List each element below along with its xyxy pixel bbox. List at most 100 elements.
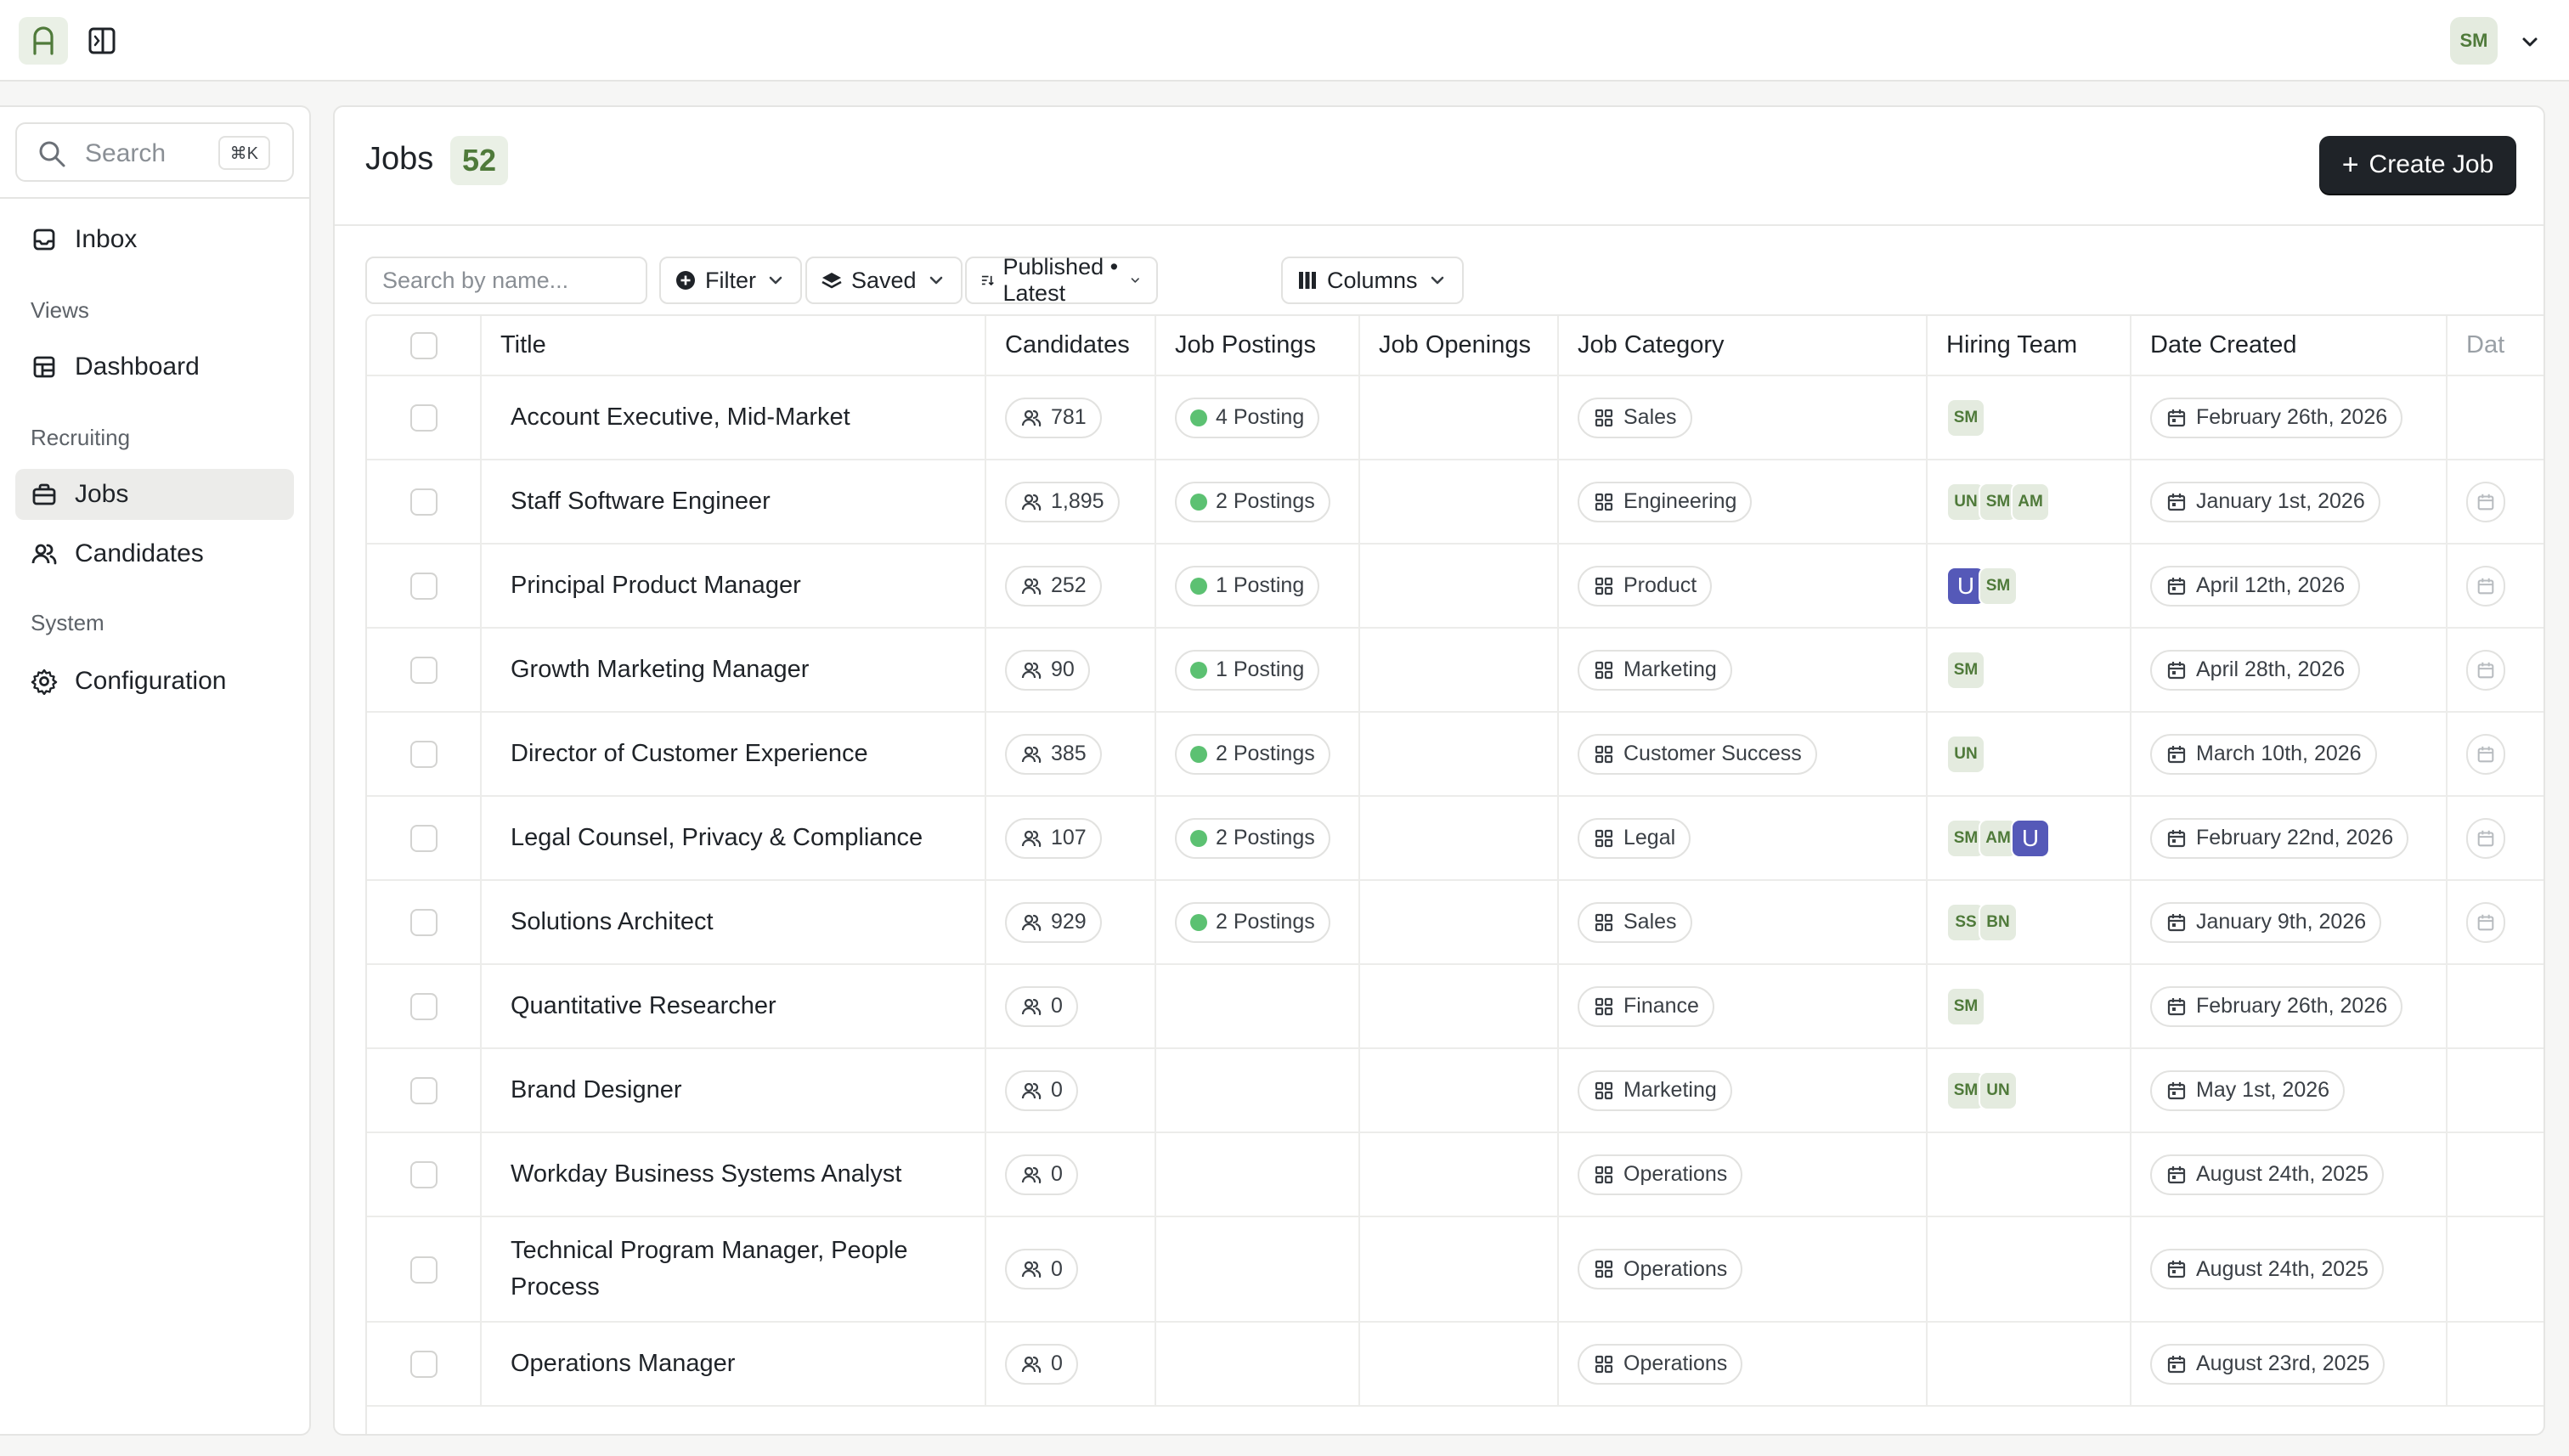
postings-pill[interactable]: 2 Postings: [1175, 901, 1330, 943]
candidates-pill[interactable]: 929: [1005, 901, 1102, 943]
table-row[interactable]: Operations Manager 0 Operations August 23rd…: [367, 1322, 2544, 1407]
app-logo[interactable]: [19, 17, 68, 65]
category-pill[interactable]: Product: [1578, 565, 1713, 607]
team-member-avatar[interactable]: SM: [1946, 986, 1985, 1026]
column-header-date-created[interactable]: Date Created: [2131, 316, 2448, 376]
postings-pill[interactable]: 2 Postings: [1175, 817, 1330, 859]
user-menu-chevron[interactable]: [2518, 31, 2542, 54]
user-avatar[interactable]: SM: [2450, 17, 2498, 65]
postings-pill[interactable]: 2 Postings: [1175, 481, 1330, 522]
table-row[interactable]: Solutions Architect 929 2 Postings Sales SS B…: [367, 880, 2544, 965]
table-row[interactable]: Account Executive, Mid-Market 781 4 Postin…: [367, 375, 2544, 460]
team-member-avatar[interactable]: UN: [1946, 734, 1985, 774]
row-checkbox[interactable]: [409, 1161, 438, 1189]
postings-pill[interactable]: 4 Posting: [1175, 397, 1320, 438]
sidebar-toggle-button[interactable]: [85, 24, 119, 58]
job-title[interactable]: Legal Counsel, Privacy & Compliance: [481, 796, 986, 881]
date-pill[interactable]: March 10th, 2026: [2150, 733, 2377, 775]
job-title[interactable]: Account Executive, Mid-Market: [481, 375, 986, 460]
date-pill[interactable]: August 24th, 2025: [2150, 1154, 2384, 1195]
candidates-pill[interactable]: 385: [1005, 733, 1102, 775]
job-title[interactable]: Staff Software Engineer: [481, 460, 986, 545]
candidates-pill[interactable]: 781: [1005, 397, 1102, 438]
row-checkbox[interactable]: [409, 488, 438, 516]
search-by-name-input[interactable]: Search by name...: [365, 257, 647, 304]
truncated-date-pill[interactable]: [2466, 481, 2505, 522]
postings-pill[interactable]: 1 Posting: [1175, 565, 1320, 607]
date-pill[interactable]: February 22nd, 2026: [2150, 817, 2409, 859]
category-pill[interactable]: Marketing: [1578, 1069, 1732, 1111]
date-pill[interactable]: April 28th, 2026: [2150, 649, 2361, 691]
column-header-job-category[interactable]: Job Category: [1558, 316, 1928, 376]
saved-views-button[interactable]: Saved: [805, 257, 963, 304]
global-search-input[interactable]: Search ⌘K: [15, 122, 294, 182]
row-checkbox[interactable]: [409, 741, 438, 769]
job-title[interactable]: Brand Designer: [481, 1048, 986, 1133]
column-header-job-openings[interactable]: Job Openings: [1359, 316, 1559, 376]
category-pill[interactable]: Customer Success: [1578, 733, 1817, 775]
team-member-avatar[interactable]: SM: [1979, 566, 2018, 606]
job-title[interactable]: Solutions Architect: [481, 880, 986, 965]
truncated-date-pill[interactable]: [2466, 565, 2505, 607]
postings-pill[interactable]: 2 Postings: [1175, 733, 1330, 775]
row-checkbox[interactable]: [409, 1351, 438, 1379]
truncated-date-pill[interactable]: [2466, 901, 2505, 943]
column-header-title[interactable]: Title: [481, 316, 986, 376]
category-pill[interactable]: Marketing: [1578, 649, 1732, 691]
job-title[interactable]: Operations Manager: [481, 1322, 986, 1407]
row-checkbox[interactable]: [409, 573, 438, 601]
job-title[interactable]: Workday Business Systems Analyst: [481, 1132, 986, 1217]
column-header-truncated[interactable]: Dat: [2447, 316, 2544, 376]
team-member-avatar[interactable]: AM: [2011, 482, 2050, 522]
candidates-pill[interactable]: 0: [1005, 1154, 1078, 1195]
date-pill[interactable]: January 9th, 2026: [2150, 901, 2382, 943]
table-row[interactable]: Growth Marketing Manager 90 1 Posting Marke…: [367, 628, 2544, 713]
postings-pill[interactable]: 1 Posting: [1175, 649, 1320, 691]
date-pill[interactable]: August 23rd, 2025: [2150, 1343, 2386, 1385]
select-all-checkbox[interactable]: [409, 332, 438, 360]
sort-button[interactable]: Published • Latest: [965, 254, 1158, 306]
sidebar-item-configuration[interactable]: Configuration: [15, 656, 294, 707]
date-pill[interactable]: February 26th, 2026: [2150, 985, 2403, 1027]
candidates-pill[interactable]: 90: [1005, 649, 1090, 691]
columns-button[interactable]: Columns: [1281, 257, 1464, 304]
table-row[interactable]: Quantitative Researcher 0 Finance SM Februar…: [367, 964, 2544, 1049]
table-row[interactable]: Director of Customer Experience 385 2 Post…: [367, 712, 2544, 797]
row-checkbox[interactable]: [409, 404, 438, 432]
job-title[interactable]: Director of Customer Experience: [481, 712, 986, 797]
job-title[interactable]: Principal Product Manager: [481, 544, 986, 629]
row-checkbox[interactable]: [409, 1256, 438, 1284]
column-header-hiring-team[interactable]: Hiring Team: [1927, 316, 2131, 376]
date-pill[interactable]: August 24th, 2025: [2150, 1249, 2384, 1290]
table-row[interactable]: Principal Product Manager 252 1 Posting Pro…: [367, 544, 2544, 629]
team-member-avatar[interactable]: BN: [1979, 902, 2018, 942]
candidates-pill[interactable]: 107: [1005, 817, 1102, 859]
job-title[interactable]: Technical Program Manager, People Proces…: [481, 1216, 986, 1323]
create-job-button[interactable]: + Create Job: [2319, 136, 2516, 194]
row-checkbox[interactable]: [409, 657, 438, 685]
category-pill[interactable]: Legal: [1578, 817, 1691, 859]
truncated-date-pill[interactable]: [2466, 649, 2505, 691]
team-member-avatar[interactable]: UN: [1979, 1070, 2018, 1110]
row-checkbox[interactable]: [409, 825, 438, 853]
table-row[interactable]: Workday Business Systems Analyst 0 Operati…: [367, 1132, 2544, 1217]
team-member-avatar[interactable]: SM: [1946, 650, 1985, 690]
date-pill[interactable]: April 12th, 2026: [2150, 565, 2361, 607]
table-row[interactable]: Legal Counsel, Privacy & Compliance 107 2 …: [367, 796, 2544, 881]
candidates-pill[interactable]: 0: [1005, 985, 1078, 1027]
category-pill[interactable]: Operations: [1578, 1249, 1743, 1290]
candidates-pill[interactable]: 252: [1005, 565, 1102, 607]
table-row[interactable]: Brand Designer 0 Marketing SM UN May 1st, 202…: [367, 1048, 2544, 1133]
column-header-candidates[interactable]: Candidates: [985, 316, 1156, 376]
team-member-avatar[interactable]: SM: [1946, 398, 1985, 437]
truncated-date-pill[interactable]: [2466, 733, 2505, 775]
date-pill[interactable]: May 1st, 2026: [2150, 1069, 2346, 1111]
sidebar-item-inbox[interactable]: Inbox: [15, 214, 294, 265]
category-pill[interactable]: Operations: [1578, 1154, 1743, 1195]
category-pill[interactable]: Operations: [1578, 1343, 1743, 1385]
job-title[interactable]: Quantitative Researcher: [481, 964, 986, 1049]
sidebar-item-jobs[interactable]: Jobs: [15, 469, 294, 520]
team-member-avatar[interactable]: U: [2011, 818, 2050, 858]
row-checkbox[interactable]: [409, 1077, 438, 1105]
row-checkbox[interactable]: [409, 993, 438, 1021]
